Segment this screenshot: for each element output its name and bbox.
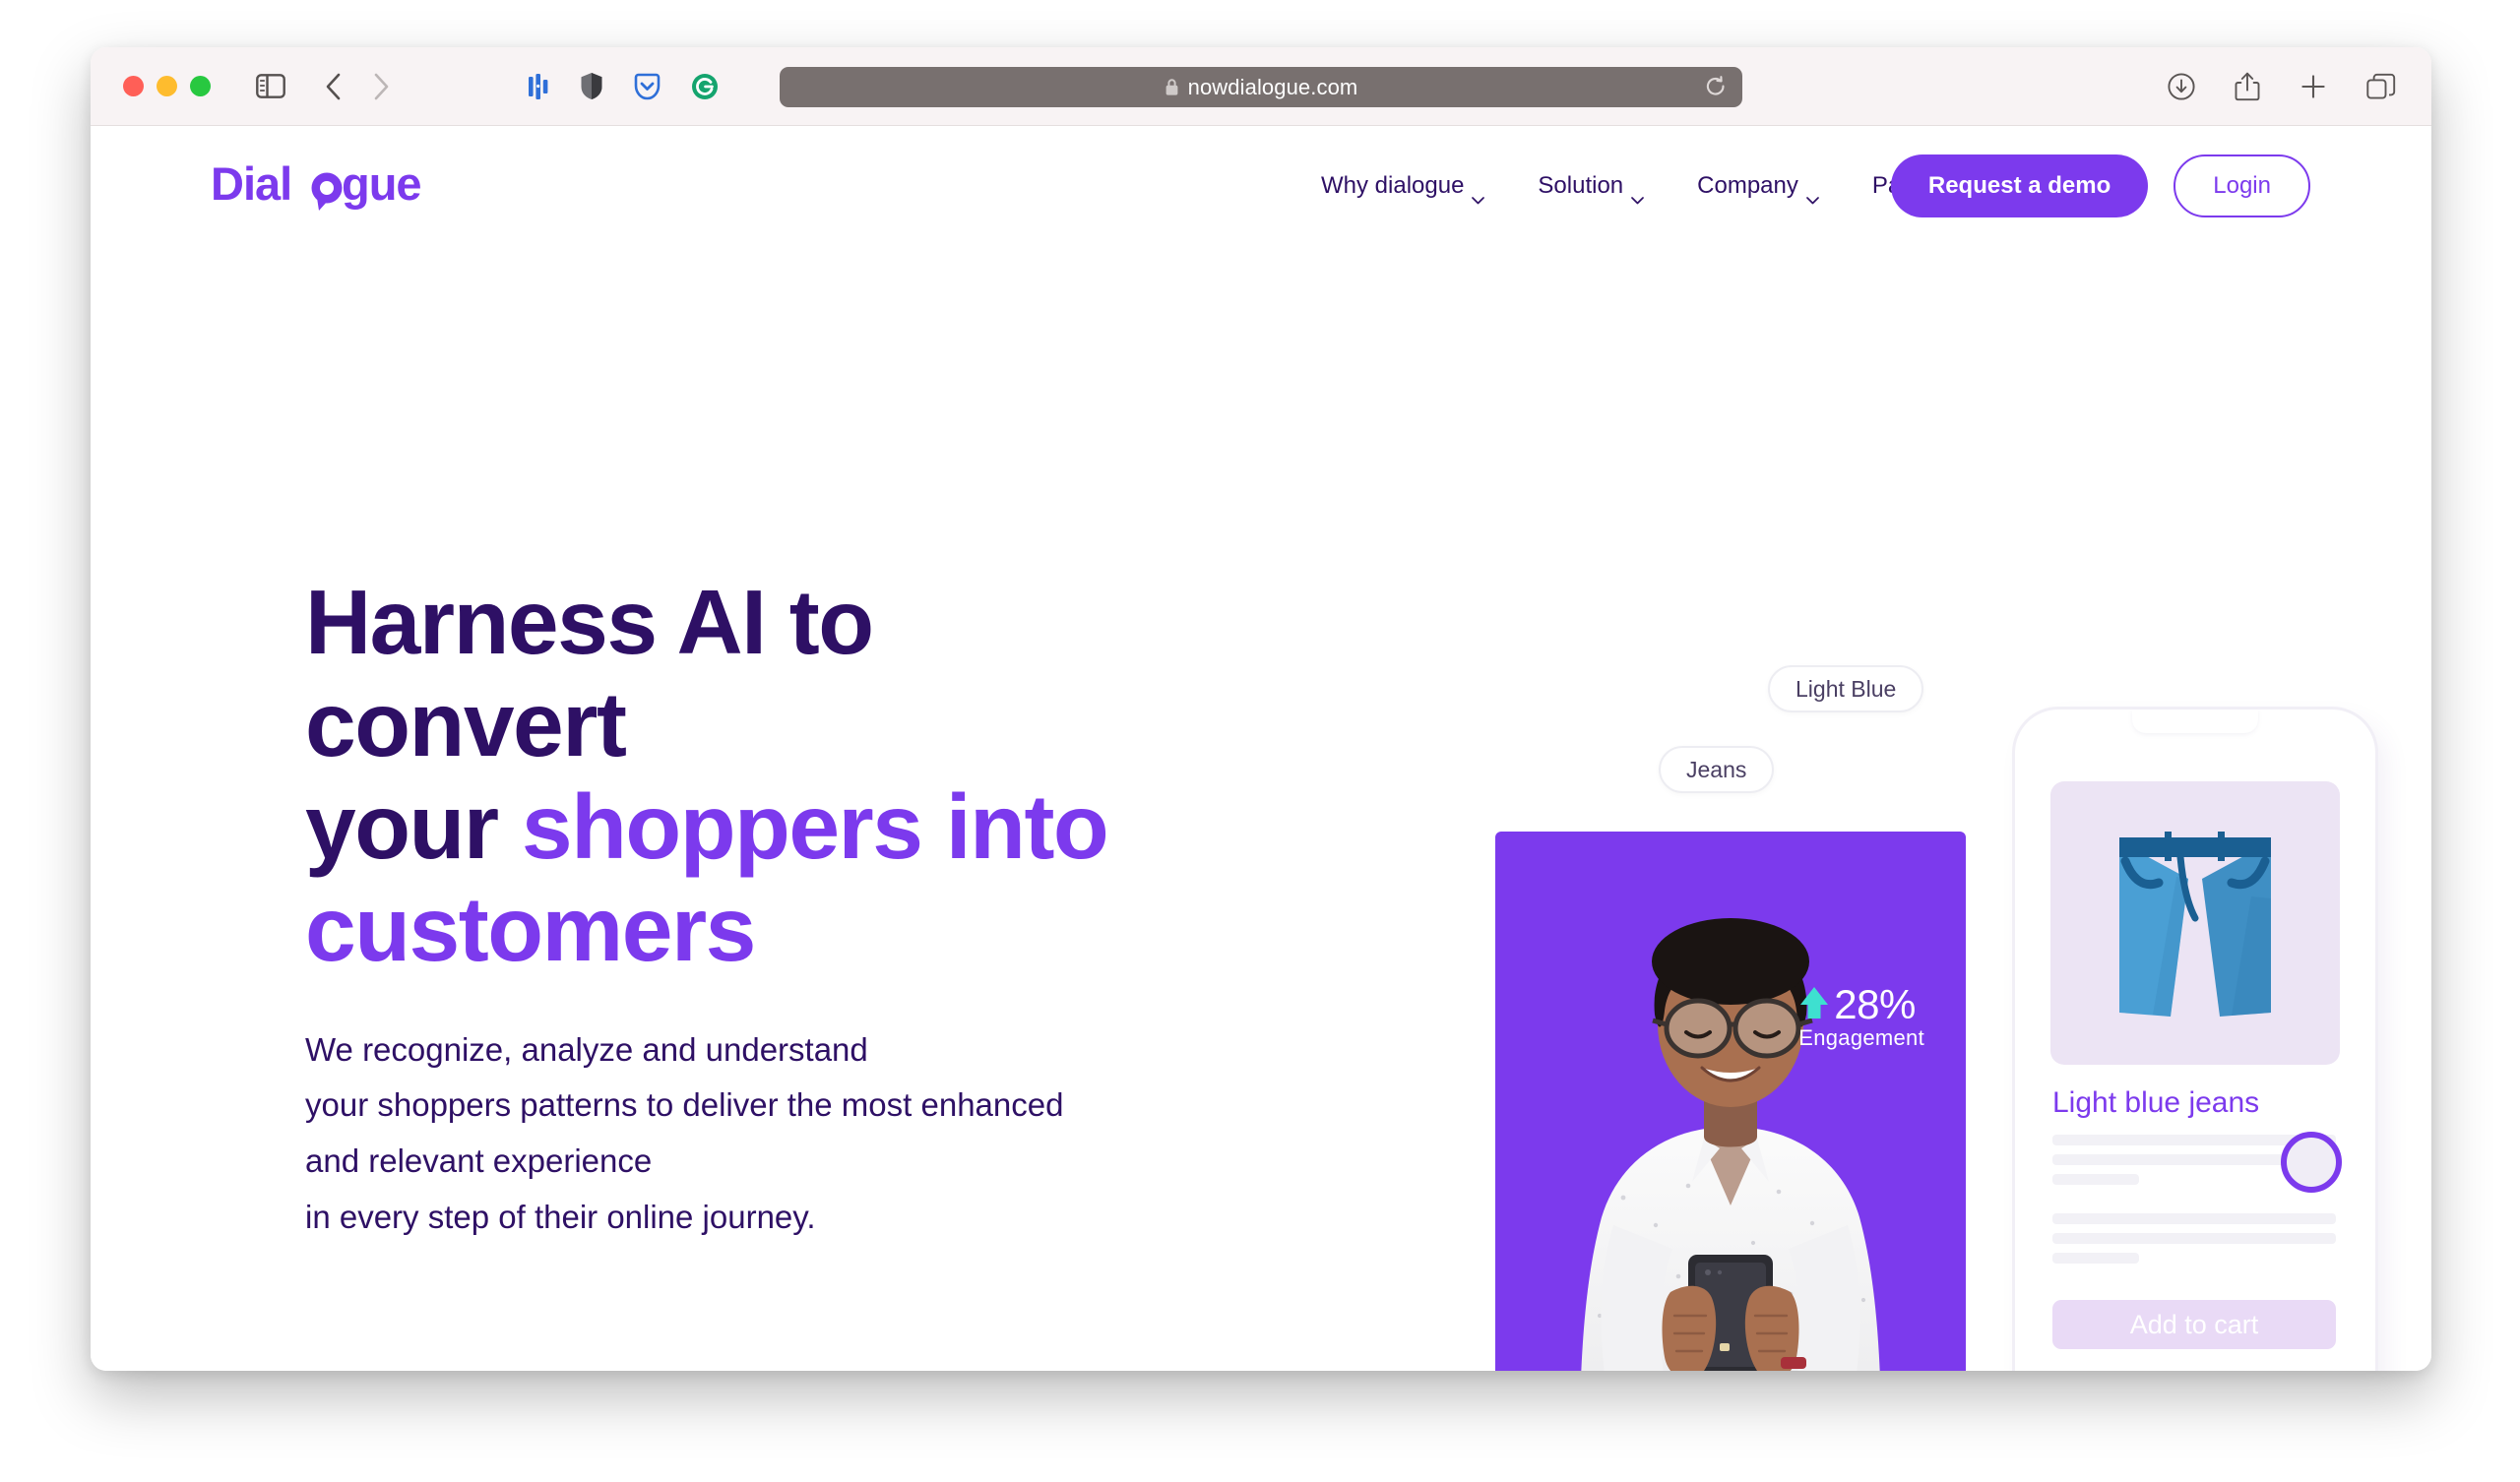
- hero-text-block: Harness AI to convert your shoppers into…: [305, 571, 1408, 1246]
- nav-label: Company: [1697, 172, 1798, 199]
- site-header: Dial gue Why dialogue Solution Company R…: [91, 126, 2431, 246]
- back-arrow-icon[interactable]: [325, 73, 342, 100]
- url-text: nowdialogue.com: [1187, 74, 1358, 99]
- grammarly-extension-icon[interactable]: [691, 73, 719, 100]
- address-bar-content: nowdialogue.com: [1165, 75, 1358, 100]
- tag-chip-jeans[interactable]: Jeans: [1659, 746, 1775, 793]
- nav-label: Why dialogue: [1321, 172, 1465, 199]
- svg-text:gue: gue: [342, 158, 421, 210]
- reload-icon[interactable]: [1705, 75, 1727, 99]
- skeleton-line: [2052, 1253, 2139, 1264]
- skeleton-line: [2052, 1213, 2336, 1224]
- nav-item-solution[interactable]: Solution: [1511, 172, 1670, 205]
- phone-notch: [2132, 710, 2258, 733]
- lock-icon: [1165, 78, 1179, 96]
- shopper-photo: [1581, 918, 1880, 1371]
- main-navigation: Why dialogue Solution Company: [1294, 172, 1988, 205]
- chevron-down-icon: [1472, 184, 1485, 205]
- share-icon[interactable]: [2235, 72, 2260, 101]
- subhead-line-3: and relevant experience: [305, 1142, 653, 1180]
- metric-value: 28%: [1834, 981, 1916, 1027]
- hero-headline: Harness AI to convert your shoppers into…: [305, 571, 1408, 981]
- phone-mockup: Light blue jeans Add to cart: [2015, 710, 2375, 1371]
- headline-line-3-accent: shoppers into: [521, 775, 1109, 879]
- pocket-extension-icon[interactable]: [634, 73, 661, 100]
- tab-overview-icon[interactable]: [2366, 73, 2396, 100]
- toolbar-right-actions: [2168, 72, 2396, 101]
- subhead-line-4: in every step of their online journey.: [305, 1198, 816, 1235]
- traffic-lights: [123, 76, 211, 96]
- bars-extension-icon[interactable]: [528, 73, 549, 100]
- maximize-window-button[interactable]: [190, 76, 211, 96]
- login-button[interactable]: Login: [2174, 154, 2310, 217]
- metric-label: Engagement: [1798, 1025, 1924, 1050]
- close-window-button[interactable]: [123, 76, 144, 96]
- skeleton-line: [2052, 1174, 2139, 1185]
- headline-line-1: Harness AI to: [305, 571, 874, 673]
- subhead-line-2: your shoppers patterns to deliver the mo…: [305, 1086, 1064, 1124]
- product-image: [2050, 781, 2340, 1065]
- up-arrow-icon: [1798, 985, 1830, 1025]
- color-swatch-selector[interactable]: [2281, 1132, 2342, 1193]
- tag-chip-light-blue[interactable]: Light Blue: [1768, 665, 1924, 712]
- minimize-window-button[interactable]: [157, 76, 177, 96]
- header-actions: Request a demo Login: [1890, 154, 2310, 217]
- hero-subheadline: We recognize, analyze and understand you…: [305, 1022, 1408, 1246]
- chip-label: Light Blue: [1796, 675, 1897, 702]
- browser-toolbar: nowdialogue.com: [91, 47, 2431, 126]
- nav-item-company[interactable]: Company: [1670, 172, 1846, 205]
- jeans-icon: [2119, 832, 2271, 1017]
- browser-window: nowdialogue.com Dial gue Why dialogue So…: [91, 47, 2431, 1371]
- nav-label: Solution: [1538, 172, 1624, 199]
- browser-extensions: [528, 72, 719, 100]
- chip-label: Jeans: [1686, 756, 1747, 782]
- subhead-line-1: We recognize, analyze and understand: [305, 1030, 868, 1068]
- address-bar[interactable]: nowdialogue.com: [780, 67, 1742, 107]
- svg-text:Dial: Dial: [211, 158, 291, 210]
- plus-icon[interactable]: [2300, 73, 2327, 100]
- skeleton-line: [2052, 1233, 2336, 1244]
- downloads-icon[interactable]: [2168, 72, 2195, 100]
- shopper-photo-card: 28% Engagement: [1495, 832, 1966, 1371]
- headline-line-3-plain: your: [305, 775, 522, 879]
- chevron-down-icon: [1631, 184, 1645, 205]
- product-title: Light blue jeans: [2052, 1086, 2260, 1119]
- chevron-down-icon: [1806, 184, 1819, 205]
- forward-arrow-icon[interactable]: [373, 73, 390, 100]
- headline-line-4-accent: customers: [305, 878, 756, 981]
- shield-extension-icon[interactable]: [580, 72, 603, 100]
- nav-item-why-dialogue[interactable]: Why dialogue: [1294, 172, 1511, 205]
- request-demo-button[interactable]: Request a demo: [1890, 154, 2149, 217]
- headline-line-2: convert: [305, 673, 627, 776]
- web-page-content: Dial gue Why dialogue Solution Company R…: [91, 126, 2431, 1371]
- sidebar-icon[interactable]: [256, 74, 285, 98]
- metric-value-row: 28%: [1798, 981, 1924, 1028]
- add-to-cart-button[interactable]: Add to cart: [2052, 1300, 2336, 1349]
- dialogue-logo[interactable]: Dial gue: [211, 158, 435, 214]
- engagement-metric: 28% Engagement: [1798, 981, 1924, 1051]
